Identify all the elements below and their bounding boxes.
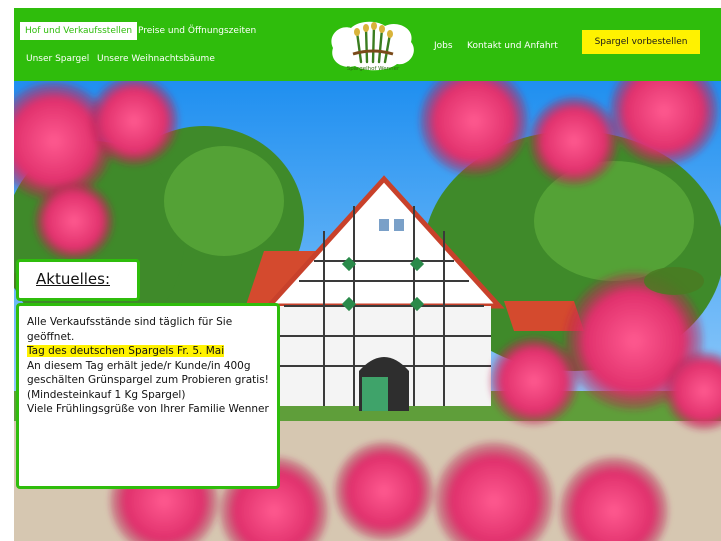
- spargelhof-logo[interactable]: Spargelhof Wenner: [325, 18, 421, 73]
- news-box: Alle Verkaufsstände sind täglich für Sie…: [16, 303, 280, 489]
- nav-unsere-weihnachtsbaeume[interactable]: Unsere Weihnachtsbäume: [97, 54, 215, 64]
- nav-jobs[interactable]: Jobs: [434, 41, 453, 51]
- nav-kontakt-und-anfahrt[interactable]: Kontakt und Anfahrt: [467, 41, 558, 51]
- nav-hof-und-verkaufsstellen[interactable]: Hof und Verkaufsstellen: [20, 22, 138, 40]
- top-navigation: Hof und Verkaufsstellen Preise und Öffnu…: [14, 8, 721, 81]
- news-line-greeting: Viele Frühlingsgrüße von Ihrer Familie W…: [27, 403, 269, 415]
- spargel-vorbestellen-button[interactable]: Spargel vorbestellen: [582, 30, 700, 54]
- logo-text: Spargelhof Wenner: [347, 66, 400, 72]
- news-line-offer: An diesem Tag erhält jede/r Kunde/in 400…: [27, 359, 269, 401]
- news-line-open: Alle Verkaufsstände sind täglich für Sie…: [27, 316, 233, 343]
- news-heading: Aktuelles:: [36, 270, 110, 288]
- news-heading-box: Aktuelles:: [16, 259, 140, 301]
- news-highlight: Tag des deutschen Spargels Fr. 5. Mai: [27, 345, 225, 357]
- page-frame: Hof und Verkaufsstellen Preise und Öffnu…: [14, 8, 721, 541]
- nav-preise-und-oeffnungszeiten[interactable]: Preise und Öffnungszeiten: [138, 26, 256, 36]
- nav-unser-spargel[interactable]: Unser Spargel: [26, 54, 89, 64]
